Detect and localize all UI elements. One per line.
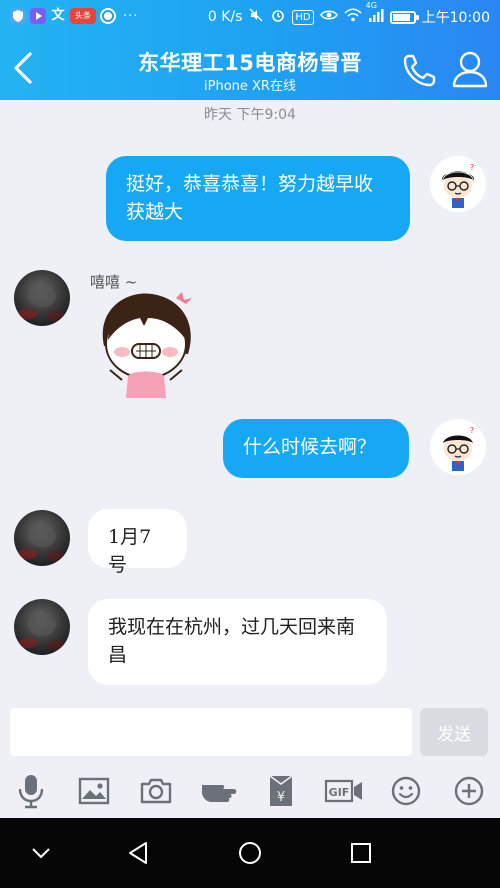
cartoon-boy-avatar-icon: ? xyxy=(430,419,486,475)
svg-text:¥: ¥ xyxy=(277,790,285,805)
sticker-message[interactable] xyxy=(88,288,200,400)
my-avatar[interactable]: ? xyxy=(430,156,486,212)
camera-button[interactable] xyxy=(136,771,176,811)
my-avatar[interactable]: ? xyxy=(430,419,486,475)
hd-icon: HD xyxy=(292,9,314,25)
circle-home-icon xyxy=(239,842,261,864)
battery-icon xyxy=(389,10,419,24)
video-app-icon xyxy=(30,8,46,24)
send-button[interactable]: 发送 xyxy=(420,708,488,756)
android-navigation-bar xyxy=(0,818,500,888)
hide-keyboard-button[interactable] xyxy=(23,835,59,871)
more-features-button[interactable] xyxy=(449,771,489,811)
signal-icon: 4G xyxy=(366,1,384,27)
emoji-button[interactable] xyxy=(386,771,426,811)
status-bar: 文 头条 ··· 0 K/s HD 4G 上午10:00 xyxy=(0,0,500,34)
voice-button[interactable] xyxy=(11,771,51,811)
poke-hand-icon xyxy=(201,785,236,802)
message-input[interactable] xyxy=(10,708,412,756)
camera-icon xyxy=(141,778,172,804)
incoming-message[interactable]: 我现在在杭州，过几天回来南昌 xyxy=(88,599,387,685)
wifi-icon xyxy=(344,7,362,27)
cartoon-boy-avatar-icon: ? xyxy=(430,156,486,212)
nav-recents-button[interactable] xyxy=(343,835,379,871)
status-bar-clock: 上午10:00 xyxy=(421,10,490,26)
title-bar: 东华理工15电商杨雪晋 iPhone XR在线 xyxy=(0,34,500,100)
outgoing-message[interactable]: 挺好，恭喜恭喜！努力越早收获越大 xyxy=(106,156,410,241)
person-icon xyxy=(452,51,488,88)
svg-text:GIF: GIF xyxy=(328,786,349,799)
svg-text:?: ? xyxy=(470,163,474,172)
photo-album-button[interactable] xyxy=(74,771,114,811)
contact-photo-icon xyxy=(18,525,65,561)
contact-avatar[interactable] xyxy=(14,270,70,326)
plus-icon xyxy=(454,776,483,806)
toutiao-app-icon: 头条 xyxy=(70,8,96,24)
translate-app-icon: 文 xyxy=(51,8,65,23)
square-recents-icon xyxy=(351,843,371,863)
cartoon-girl-sticker-icon xyxy=(102,292,192,398)
more-notifications-indicator: ··· xyxy=(123,8,139,24)
contact-photo-icon xyxy=(18,614,65,650)
input-toolbar: ¥ GIF xyxy=(0,764,500,818)
browser-app-icon xyxy=(100,8,116,24)
status-bar-system: 0 K/s HD 4G 上午10:00 xyxy=(207,1,490,27)
call-button[interactable] xyxy=(400,50,440,90)
triangle-back-icon xyxy=(129,842,147,864)
alarm-icon xyxy=(270,7,286,27)
message-timestamp: 昨天 下午9:04 xyxy=(204,107,296,123)
image-icon xyxy=(78,777,109,805)
incoming-message[interactable]: 1月7号 xyxy=(88,509,187,576)
phone-icon xyxy=(403,54,436,87)
emoji-icon xyxy=(392,776,421,806)
contact-profile-button[interactable] xyxy=(448,48,492,90)
header: 文 头条 ··· 0 K/s HD 4G 上午10:00 东华理工15电商杨雪晋… xyxy=(0,0,500,100)
gif-button[interactable]: GIF xyxy=(324,771,364,811)
shield-icon xyxy=(10,8,26,24)
contact-avatar[interactable] xyxy=(14,599,70,655)
eye-icon xyxy=(319,7,338,27)
contact-avatar[interactable] xyxy=(14,510,70,566)
status-bar-notifications: 文 头条 ··· xyxy=(10,8,138,24)
chat-area[interactable]: 昨天 下午9:04 挺好，恭喜恭喜！努力越早收获越大 ? 嘻嘻 ~ 什么时候去啊… xyxy=(0,100,500,700)
red-packet-button[interactable]: ¥ xyxy=(261,771,301,811)
message-input-row: 发送 xyxy=(0,700,500,764)
outgoing-message[interactable]: 什么时候去啊？ xyxy=(223,419,409,478)
nav-back-button[interactable] xyxy=(120,835,156,871)
red-packet-icon: ¥ xyxy=(269,775,293,806)
poke-button[interactable] xyxy=(199,771,239,811)
svg-text:?: ? xyxy=(470,426,474,435)
chevron-down-icon xyxy=(32,848,50,859)
nav-home-button[interactable] xyxy=(232,835,268,871)
gif-icon: GIF xyxy=(324,779,362,803)
microphone-icon xyxy=(19,775,44,809)
mute-icon xyxy=(248,7,264,27)
network-speed: 0 K/s xyxy=(207,9,243,25)
contact-photo-icon xyxy=(18,285,65,321)
